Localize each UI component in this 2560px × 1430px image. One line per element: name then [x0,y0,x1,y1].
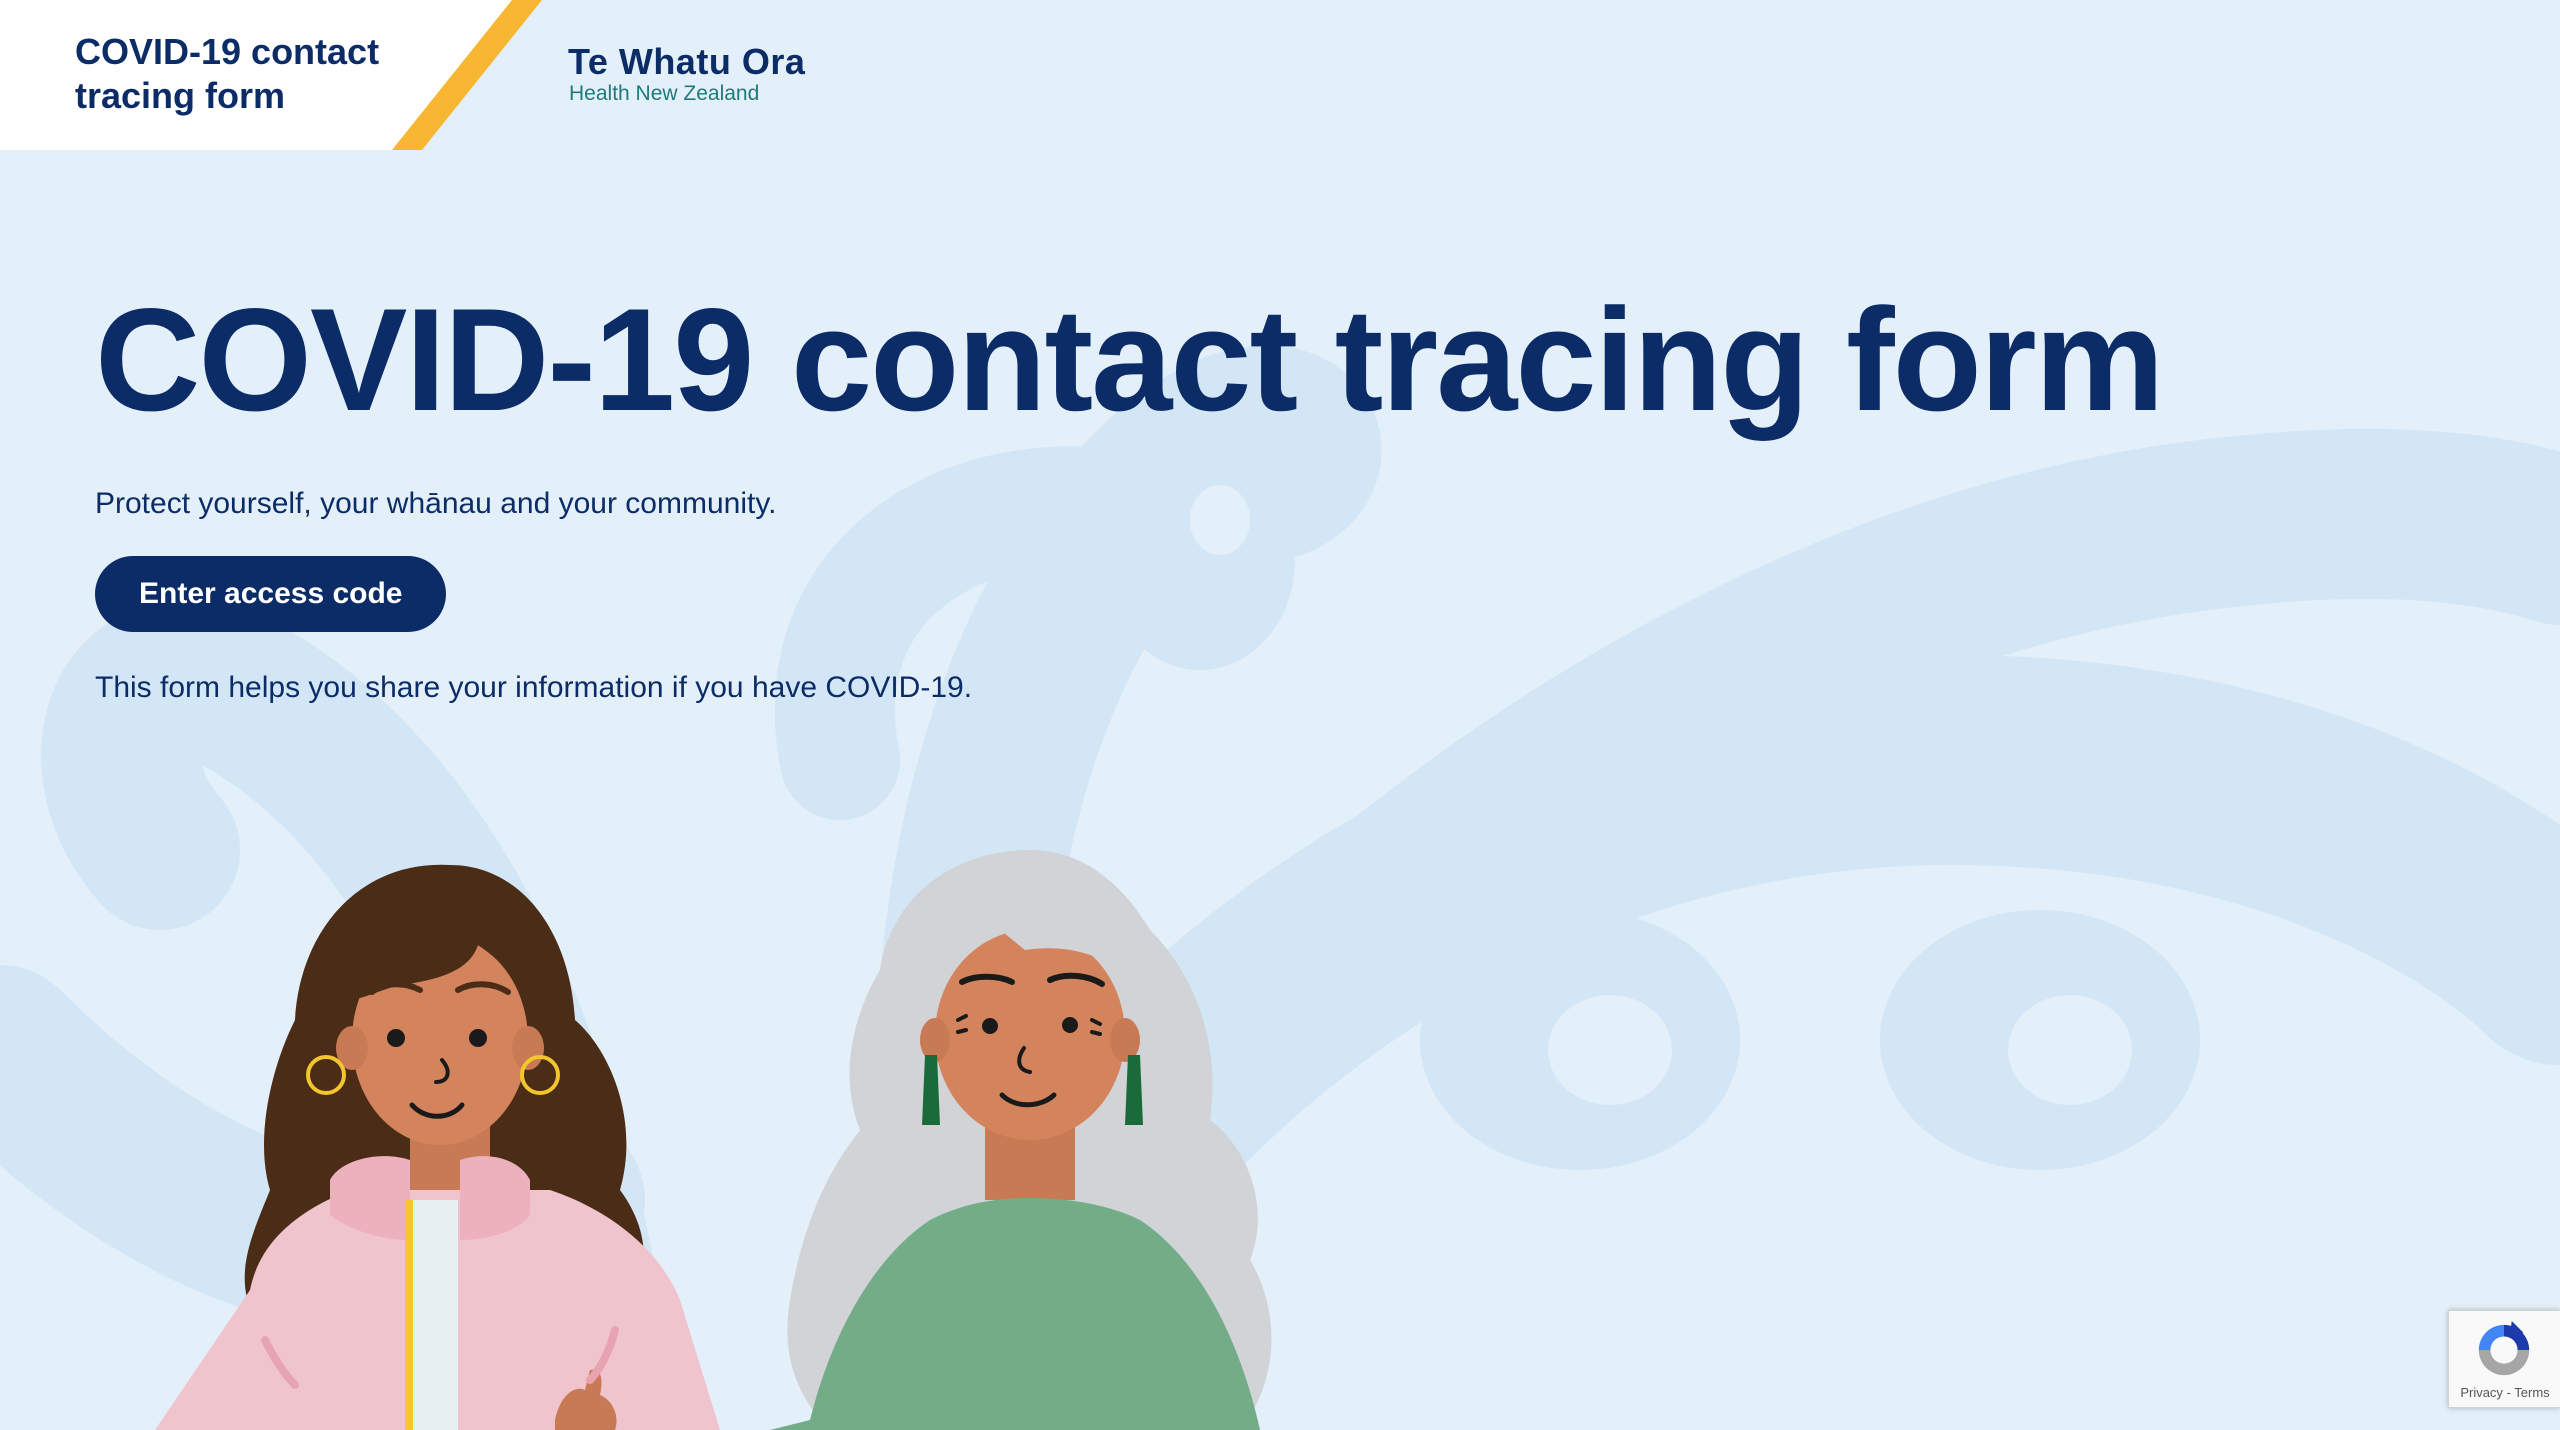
tagline-text: Protect yourself, your whānau and your c… [95,487,777,520]
woman-right-illustration [770,850,1272,1430]
brand-subtitle: Health New Zealand [569,82,760,105]
site-header: COVID-19 contact tracing form Te Whatu O… [0,0,2560,150]
brand-name: Te Whatu Ora [568,41,806,82]
recaptcha-badge[interactable]: Privacy - Terms [2448,1310,2560,1408]
woman-left-illustration [155,864,720,1430]
brand-logo[interactable]: Te Whatu Ora Health New Zealand [568,42,805,106]
enter-access-code-button[interactable]: Enter access code [95,556,447,632]
recaptcha-terms-link[interactable]: Terms [2514,1385,2549,1400]
recaptcha-links: Privacy - Terms [2449,1385,2560,1400]
people-illustration [155,850,1272,1430]
recaptcha-separator: - [2506,1385,2511,1400]
header-title-link[interactable]: COVID-19 contact tracing form [75,30,395,118]
recaptcha-privacy-link[interactable]: Privacy [2460,1385,2503,1400]
info-text: This form helps you share your informati… [95,671,973,704]
recaptcha-icon [2478,1320,2530,1376]
page-title: COVID-19 contact tracing form [95,278,2164,441]
main-content: COVID-19 contact tracing form Protect yo… [95,278,2164,708]
